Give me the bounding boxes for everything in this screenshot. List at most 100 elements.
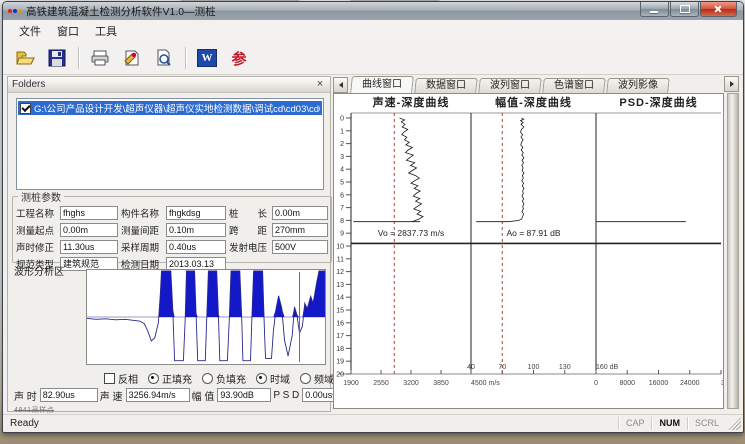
pile-params-group: 测桩参数 工程名称fhghs 构件名称fhgkdsg 桩 长0.00m 测量起点… (12, 189, 332, 263)
time-domain-option[interactable]: 时域 (256, 371, 290, 386)
x-tick-label: 16000 (649, 380, 669, 387)
file-path: G:\公司产品设计开发\超声仪器\超声仪实地检测数据\调试cd\cd03\cd0… (34, 101, 320, 115)
x-tick-label: 1900 (343, 380, 359, 387)
param-label: 构件名称 (121, 206, 163, 220)
title-bar[interactable]: 高铁建筑混凝土检测分析软件V1.0—测桩 (3, 2, 743, 20)
param-value[interactable]: 500V (272, 240, 328, 254)
open-file-button[interactable] (10, 44, 40, 72)
param-label: 测量起点 (16, 223, 57, 237)
fill-negative-option[interactable]: 负填充 (202, 371, 246, 386)
fill-negative-radio[interactable] (202, 373, 213, 384)
window-buttons (639, 2, 737, 17)
tab-spectrum-window[interactable]: 色谱窗口 (542, 78, 606, 93)
resize-grip[interactable] (728, 417, 741, 430)
depth-tick-label: 15 (336, 308, 344, 315)
fill-positive-option[interactable]: 正填充 (148, 371, 192, 386)
toolbar: W 参 (3, 42, 743, 75)
param-value[interactable]: 270mm (272, 223, 328, 237)
chart-title: 幅值-深度曲线 (495, 95, 572, 109)
x-tick-label: 130 (559, 364, 571, 371)
x-tick-label: 8000 (619, 380, 635, 387)
depth-curve (509, 118, 524, 222)
param-value[interactable]: 11.30us (60, 240, 118, 254)
menu-file[interactable]: 文件 (11, 21, 49, 41)
preview-icon (154, 49, 174, 67)
param-label: 采样周期 (121, 240, 163, 254)
depth-tick-label: 3 (340, 154, 344, 161)
waveform-area-label: 波形分析区 (14, 263, 64, 278)
depth-tick-label: 2 (340, 141, 344, 148)
sound-velocity-field[interactable]: 3256.94m/s (126, 388, 190, 402)
params-icon: 参 (231, 48, 246, 69)
file-list-item[interactable]: G:\公司产品设计开发\超声仪器\超声仪实地检测数据\调试cd\cd03\cd0… (18, 101, 322, 115)
depth-tick-label: 9 (340, 231, 344, 238)
print-button[interactable] (85, 44, 115, 72)
param-label: 发射电压 (229, 240, 269, 254)
waveform-svg (87, 270, 325, 364)
menu-window[interactable]: 窗口 (49, 21, 87, 41)
fill-positive-radio[interactable] (148, 373, 159, 384)
app-window: 高铁建筑混凝土检测分析软件V1.0—测桩 文件 窗口 工具 (2, 1, 744, 433)
invert-option[interactable]: 反相 (104, 371, 138, 386)
export-word-button[interactable]: W (192, 44, 222, 72)
chart-title: PSD-深度曲线 (619, 95, 697, 109)
x-tick-label: 160 dB (596, 364, 619, 371)
save-button[interactable] (42, 44, 72, 72)
chart-title: 声速-深度曲线 (372, 95, 450, 109)
param-value[interactable]: 0.00m (272, 206, 328, 220)
minimize-icon (650, 11, 658, 13)
close-button[interactable] (700, 2, 737, 17)
depth-tick-label: 7 (340, 205, 344, 212)
tab-scroll-left-button[interactable] (333, 77, 348, 93)
param-value[interactable]: 0.40us (166, 240, 226, 254)
wave-positive-fill (87, 271, 325, 317)
freq-domain-radio[interactable] (300, 373, 311, 384)
wave-outline (87, 271, 325, 361)
minimize-button[interactable] (640, 2, 669, 17)
sound-time-field[interactable]: 82.90us (40, 388, 98, 402)
pile-params-grid: 工程名称fhghs 构件名称fhgkdsg 桩 长0.00m 测量起点0.00m… (16, 205, 328, 272)
panel-close-icon[interactable]: × (314, 79, 326, 90)
file-checkbox[interactable] (20, 103, 31, 114)
tab-wavetrain-window[interactable]: 波列窗口 (478, 78, 542, 93)
vertical-scrollbar[interactable] (727, 93, 739, 409)
depth-tick-label: 6 (340, 192, 344, 199)
tab-wavetrain-image[interactable]: 波列影像 (606, 78, 670, 93)
print-setup-button[interactable] (117, 44, 147, 72)
param-value[interactable]: 0.10m (166, 223, 226, 237)
tab-scroll-right-button[interactable] (724, 76, 739, 92)
psd-label: P S D (273, 390, 299, 401)
depth-tick-label: 13 (336, 282, 344, 289)
pile-params-legend: 测桩参数 (18, 189, 64, 204)
chart-panel: 曲线窗口 数据窗口 波列窗口 色谱窗口 波列影像 012345678910111… (333, 76, 739, 412)
tab-curve-window[interactable]: 曲线窗口 (350, 76, 414, 93)
status-text: Ready (3, 418, 618, 429)
folders-panel-title: Folders (12, 79, 314, 90)
depth-curves-chart[interactable]: 01234567891011121314151617181920声速-深度曲线1… (333, 93, 724, 409)
app-icon (8, 6, 22, 16)
amplitude-field[interactable]: 93.90dB (217, 388, 271, 402)
x-tick-label: 0 (594, 380, 598, 387)
depth-tick-label: 4 (340, 167, 344, 174)
menu-tools[interactable]: 工具 (87, 21, 125, 41)
invert-checkbox[interactable] (104, 373, 115, 384)
sound-time-label: 声 时 (14, 388, 37, 403)
folders-panel-header[interactable]: Folders × (8, 77, 330, 93)
freq-domain-option[interactable]: 频域 (300, 371, 334, 386)
waveform-plot[interactable] (86, 269, 326, 365)
print-setup-icon (122, 49, 142, 67)
depth-tick-label: 12 (336, 269, 344, 276)
display-options-row: 反相 正填充 负填充 时域 频域 (104, 371, 326, 385)
time-domain-radio[interactable] (256, 373, 267, 384)
param-label: 声时修正 (16, 240, 57, 254)
param-value[interactable]: 0.00m (60, 223, 118, 237)
print-preview-button[interactable] (149, 44, 179, 72)
parameters-button[interactable]: 参 (224, 44, 254, 72)
window-title: 高铁建筑混凝土检测分析软件V1.0—测桩 (26, 4, 216, 19)
invert-label: 反相 (118, 371, 138, 386)
maximize-button[interactable] (670, 2, 699, 17)
param-value[interactable]: fhghs (60, 206, 118, 220)
tab-data-window[interactable]: 数据窗口 (414, 78, 478, 93)
param-value[interactable]: fhgkdsg (166, 206, 226, 220)
file-list[interactable]: G:\公司产品设计开发\超声仪器\超声仪实地检测数据\调试cd\cd03\cd0… (16, 98, 324, 190)
